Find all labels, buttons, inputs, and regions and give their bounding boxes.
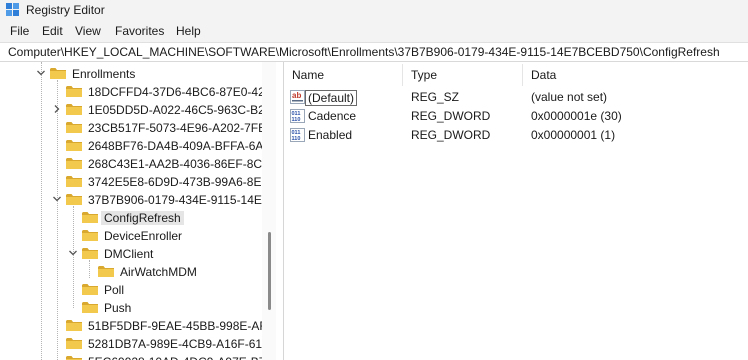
tree-node[interactable]: 1E05DD5D-A022-46C5-963C-B20 (0, 101, 262, 119)
tree-node[interactable]: Enrollments (0, 65, 262, 83)
tree-node-label: 51BF5DBF-9EAE-45BB-998E-AFB0 (88, 319, 262, 333)
tree-node-label: Push (104, 301, 132, 315)
folder-icon (66, 356, 82, 360)
tree-node[interactable]: 268C43E1-AA2B-4036-86EF-8CDA (0, 155, 262, 173)
tree-node-label: AirWatchMDM (120, 265, 197, 279)
menu-view[interactable]: View (75, 24, 101, 38)
tree-node[interactable]: 37B7B906-0179-434E-9115-14E7B (0, 191, 262, 209)
menu-file[interactable]: File (10, 24, 29, 38)
chevron-down-icon[interactable] (52, 194, 62, 204)
folder-icon (66, 176, 82, 187)
value-name: (Default) (305, 90, 358, 106)
folder-icon (66, 194, 82, 205)
tree-node[interactable]: 2648BF76-DA4B-409A-BFFA-6AF (0, 137, 262, 155)
svg-text:110: 110 (292, 117, 301, 123)
menu-edit[interactable]: Edit (42, 24, 63, 38)
column-separator[interactable] (522, 64, 523, 86)
tree-node-label: Enrollments (72, 67, 136, 81)
folder-icon (82, 248, 98, 259)
column-separator[interactable] (402, 64, 403, 86)
key-tree-pane[interactable]: Enrollments 18DCFFD4-37D6-4BC6-87E0-4266 1… (0, 62, 276, 360)
value-type: REG_DWORD (411, 109, 491, 123)
folder-icon (66, 320, 82, 331)
tree-node[interactable]: ConfigRefresh (0, 209, 262, 227)
folder-icon (66, 122, 82, 133)
folder-icon (82, 230, 98, 241)
column-header-type[interactable]: Type (411, 68, 437, 82)
string-value-icon: ab (290, 90, 305, 104)
folder-icon (82, 302, 98, 313)
tree-node-label: 5281DB7A-989E-4CB9-A16F-6194 (88, 337, 262, 351)
tree-node[interactable]: AirWatchMDM (0, 263, 262, 281)
tree-scrollbar-thumb[interactable] (268, 232, 271, 310)
registry-editor-app-icon (6, 3, 19, 16)
value-name: Cadence (308, 109, 357, 123)
tree-node[interactable]: DeviceEnroller (0, 227, 262, 245)
tree-node[interactable]: Push (0, 299, 262, 317)
tree-node-label: ConfigRefresh (101, 211, 184, 225)
svg-text:110: 110 (292, 136, 301, 142)
chevron-down-icon[interactable] (36, 68, 46, 78)
menu-bar: File Edit View Favorites Help (0, 22, 748, 42)
folder-icon (66, 140, 82, 151)
chevron-down-icon[interactable] (68, 248, 78, 258)
tree-node[interactable]: 23CB517F-5073-4E96-A202-7FE6 (0, 119, 262, 137)
tree-node-label: 23CB517F-5073-4E96-A202-7FE6 (88, 121, 262, 135)
folder-icon (66, 86, 82, 97)
column-header-data[interactable]: Data (531, 68, 556, 82)
value-data: 0x0000001e (30) (531, 109, 622, 123)
folder-icon (66, 158, 82, 169)
folder-icon (66, 104, 82, 115)
menu-help[interactable]: Help (176, 24, 201, 38)
tree-node-label: 3742E5E8-6D9D-473B-99A6-8ECC (88, 175, 262, 189)
chevron-right-icon[interactable] (52, 104, 62, 114)
value-type: REG_DWORD (411, 128, 491, 142)
value-row[interactable]: ab (Default) REG_SZ (value not set) (284, 88, 748, 107)
tree-node-label: 1E05DD5D-A022-46C5-963C-B20 (88, 103, 262, 117)
tree-node-label: 2648BF76-DA4B-409A-BFFA-6AF (88, 139, 262, 153)
svg-text:ab: ab (292, 91, 301, 100)
folder-icon (50, 68, 66, 79)
tree-node-label: DeviceEnroller (104, 229, 183, 243)
window-title: Registry Editor (26, 3, 105, 17)
value-row[interactable]: 011 110 Enabled REG_DWORD 0x00000001 (1) (284, 126, 748, 145)
tree-node-label: 18DCFFD4-37D6-4BC6-87E0-4266 (88, 85, 262, 99)
value-data: 0x00000001 (1) (531, 128, 616, 142)
value-type: REG_SZ (411, 90, 460, 104)
value-row[interactable]: 011 110 Cadence REG_DWORD 0x0000001e (30) (284, 107, 748, 126)
binary-value-icon: 011110 (290, 128, 305, 142)
tree-node-label: 268C43E1-AA2B-4036-86EF-8CDA (88, 157, 262, 171)
tree-node[interactable]: 18DCFFD4-37D6-4BC6-87E0-4266 (0, 83, 262, 101)
folder-icon (82, 212, 98, 223)
tree-node-label: Poll (104, 283, 125, 297)
title-bar: Registry Editor (0, 0, 748, 22)
menu-favorites[interactable]: Favorites (115, 24, 164, 38)
tree-node[interactable]: DMClient (0, 245, 262, 263)
value-name: Enabled (308, 128, 353, 142)
folder-icon (82, 284, 98, 295)
column-header-name[interactable]: Name (292, 68, 324, 82)
binary-value-icon: 011110 (290, 109, 305, 123)
folder-icon (66, 338, 82, 349)
tree-node-label: 5EC69928-10AD-4DC9-A97E-B78 (88, 355, 262, 360)
folder-icon (98, 266, 114, 277)
value-data: (value not set) (531, 90, 608, 104)
address-path[interactable]: Computer\HKEY_LOCAL_MACHINE\SOFTWARE\Mic… (8, 45, 720, 59)
tree-node-label: 37B7B906-0179-434E-9115-14E7B (88, 193, 262, 207)
values-list-pane[interactable]: Name Type Data ab (Default) REG_SZ (value n… (284, 62, 748, 360)
tree-node[interactable]: 5EC69928-10AD-4DC9-A97E-B78 (0, 353, 262, 360)
tree-node[interactable]: 51BF5DBF-9EAE-45BB-998E-AFB0 (0, 317, 262, 335)
address-bar[interactable]: Computer\HKEY_LOCAL_MACHINE\SOFTWARE\Mic… (0, 42, 748, 62)
tree-node[interactable]: Poll (0, 281, 262, 299)
tree-node-label: DMClient (104, 247, 154, 261)
tree-node[interactable]: 5281DB7A-989E-4CB9-A16F-6194 (0, 335, 262, 353)
tree-node[interactable]: 3742E5E8-6D9D-473B-99A6-8ECC (0, 173, 262, 191)
tree-scrollbar[interactable] (262, 62, 276, 360)
